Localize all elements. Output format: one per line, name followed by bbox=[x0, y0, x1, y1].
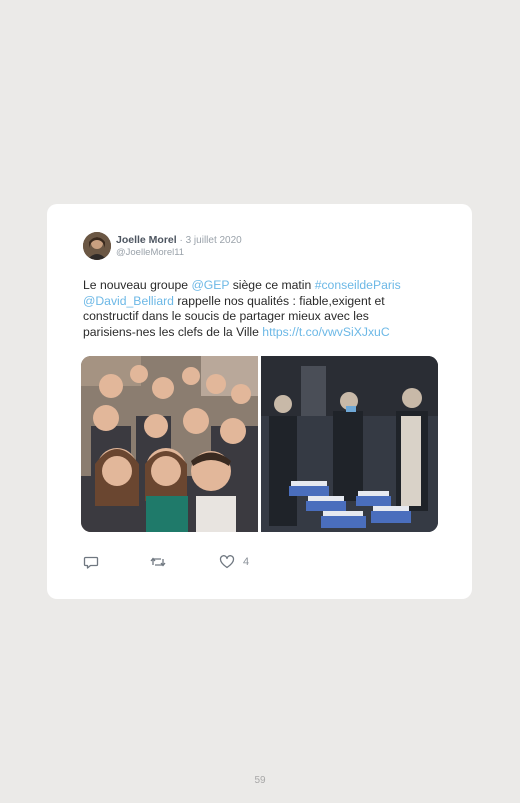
author-name[interactable]: Joelle Morel bbox=[116, 234, 177, 246]
hashtag-conseildeparis[interactable]: #conseildeParis bbox=[315, 278, 401, 292]
author-line: Joelle Morel · 3 juillet 2020 bbox=[116, 234, 242, 246]
comment-icon bbox=[83, 554, 99, 570]
text-segment: parisiens-nes les clefs de la Ville bbox=[83, 324, 263, 339]
date-separator: · bbox=[176, 235, 186, 246]
tweet-text-line-1: Le nouveau groupe @GEP siège ce matin #c… bbox=[83, 278, 443, 294]
tweet-text-line-2: @David_Belliard rappelle nos qualités : … bbox=[83, 294, 443, 310]
page-number: 59 bbox=[254, 775, 266, 786]
tweet-text: Le nouveau groupe @GEP siège ce matin #c… bbox=[83, 278, 443, 340]
avatar[interactable] bbox=[83, 232, 111, 260]
reply-button[interactable] bbox=[83, 554, 99, 570]
tweet-card: Joelle Morel · 3 juillet 2020 @JoelleMor… bbox=[47, 204, 472, 599]
heart-icon bbox=[219, 554, 235, 570]
tweet-media bbox=[81, 356, 438, 532]
tweet-text-line-4: parisiens-nes les clefs de la Ville http… bbox=[83, 325, 443, 341]
tweet-text-line-3: constructif dans le soucis de partager m… bbox=[83, 309, 369, 323]
text-segment: Le nouveau groupe bbox=[83, 278, 192, 292]
group-selfie-photo[interactable] bbox=[81, 356, 258, 532]
tweet-actions: 4 bbox=[83, 554, 283, 570]
text-segment: siège ce matin bbox=[229, 278, 315, 292]
retweet-icon bbox=[149, 554, 167, 570]
mention-gep[interactable]: @GEP bbox=[191, 278, 229, 292]
mention-david-belliard[interactable]: @David_Belliard bbox=[83, 294, 174, 308]
retweet-button[interactable] bbox=[149, 554, 167, 570]
tweet-date[interactable]: 3 juillet 2020 bbox=[186, 235, 242, 246]
like-button[interactable]: 4 bbox=[219, 554, 249, 570]
author-handle[interactable]: @JoelleMorel11 bbox=[116, 247, 184, 258]
council-session-photo[interactable] bbox=[261, 356, 438, 532]
like-count: 4 bbox=[243, 556, 250, 568]
text-segment: rappelle nos qualités : fiable,exigent e… bbox=[173, 293, 385, 308]
tweet-link[interactable]: https://t.co/vwvSiXJxuC bbox=[262, 325, 389, 339]
